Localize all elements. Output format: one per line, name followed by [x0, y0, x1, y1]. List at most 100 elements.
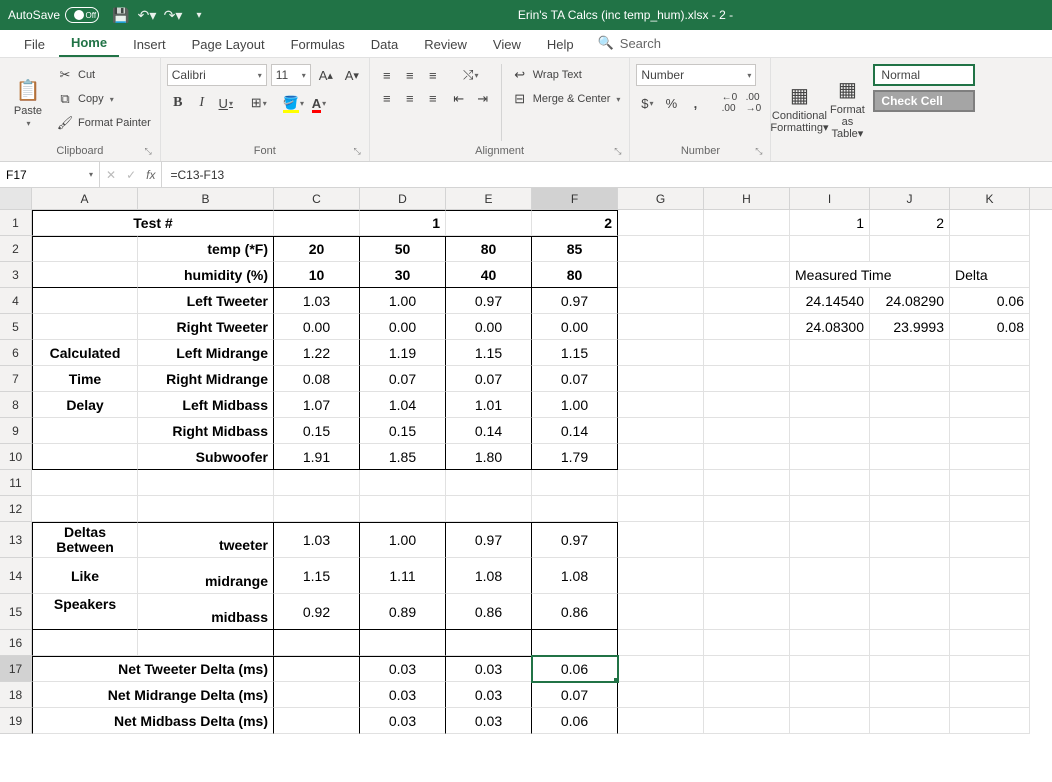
cell-K5[interactable]: 0.08: [950, 314, 1030, 340]
cell-G16[interactable]: [618, 630, 704, 656]
cell-A6[interactable]: Calculated: [32, 340, 138, 366]
cell-E14[interactable]: 1.08: [446, 558, 532, 594]
cell-F4[interactable]: 0.97: [532, 288, 618, 314]
row-header-2[interactable]: 2: [0, 236, 32, 262]
increase-decimal-button[interactable]: ←0.00: [718, 92, 740, 114]
row-header-19[interactable]: 19: [0, 708, 32, 734]
merge-center-button[interactable]: ⊟Merge & Center▾: [509, 88, 624, 110]
cell-K7[interactable]: [950, 366, 1030, 392]
cell-G4[interactable]: [618, 288, 704, 314]
cell-E9[interactable]: 0.14: [446, 418, 532, 444]
cell-C5[interactable]: 0.00: [274, 314, 360, 340]
col-header-A[interactable]: A: [32, 188, 138, 209]
underline-button[interactable]: U▾: [215, 92, 237, 114]
cell-F11[interactable]: [532, 470, 618, 496]
cell-D8[interactable]: 1.04: [360, 392, 446, 418]
cell-I8[interactable]: [790, 392, 870, 418]
cell-F10[interactable]: 1.79: [532, 444, 618, 470]
cell-G11[interactable]: [618, 470, 704, 496]
cell-F17[interactable]: 0.06: [532, 656, 618, 682]
cell-I4[interactable]: 24.14540: [790, 288, 870, 314]
cell-I10[interactable]: [790, 444, 870, 470]
cell-F15[interactable]: 0.86: [532, 594, 618, 630]
format-as-table-button[interactable]: ▦ Format asTable▾: [825, 62, 869, 155]
cell-J16[interactable]: [870, 630, 950, 656]
cell-K6[interactable]: [950, 340, 1030, 366]
cell-G18[interactable]: [618, 682, 704, 708]
format-painter-button[interactable]: 🖌Format Painter: [54, 112, 154, 134]
row-header-17[interactable]: 17: [0, 656, 32, 682]
cell-F2[interactable]: 85: [532, 236, 618, 262]
cell-C18[interactable]: [274, 682, 360, 708]
cell-I16[interactable]: [790, 630, 870, 656]
cell-H2[interactable]: [704, 236, 790, 262]
row-header-9[interactable]: 9: [0, 418, 32, 444]
cell-F6[interactable]: 1.15: [532, 340, 618, 366]
formula-input[interactable]: =C13-F13: [162, 162, 1052, 187]
cell-A19[interactable]: Net Midbass Delta (ms): [32, 708, 274, 734]
cell-B15[interactable]: midbass: [138, 594, 274, 630]
cell-C2[interactable]: 20: [274, 236, 360, 262]
cell-D17[interactable]: 0.03: [360, 656, 446, 682]
row-header-18[interactable]: 18: [0, 682, 32, 708]
cell-D18[interactable]: 0.03: [360, 682, 446, 708]
dialog-launcher-icon[interactable]: ⤡: [145, 146, 152, 157]
cell-G7[interactable]: [618, 366, 704, 392]
cell-K2[interactable]: [950, 236, 1030, 262]
col-header-B[interactable]: B: [138, 188, 274, 209]
cell-I9[interactable]: [790, 418, 870, 444]
style-normal[interactable]: Normal: [873, 64, 975, 86]
orientation-button[interactable]: ⤭▾: [448, 64, 494, 86]
cell-E6[interactable]: 1.15: [446, 340, 532, 366]
cell-C14[interactable]: 1.15: [274, 558, 360, 594]
tab-data[interactable]: Data: [359, 31, 410, 57]
cell-G5[interactable]: [618, 314, 704, 340]
col-header-F[interactable]: F: [532, 188, 618, 209]
border-button[interactable]: ⊞▾: [248, 92, 270, 114]
cell-G19[interactable]: [618, 708, 704, 734]
tab-home[interactable]: Home: [59, 29, 119, 57]
cell-H16[interactable]: [704, 630, 790, 656]
row-header-12[interactable]: 12: [0, 496, 32, 522]
undo-icon[interactable]: ↶▾: [139, 7, 155, 23]
cell-J6[interactable]: [870, 340, 950, 366]
cell-D15[interactable]: 0.89: [360, 594, 446, 630]
tab-file[interactable]: File: [12, 31, 57, 57]
cell-H4[interactable]: [704, 288, 790, 314]
cell-B13[interactable]: tweeter: [138, 522, 274, 558]
cell-G2[interactable]: [618, 236, 704, 262]
cell-J17[interactable]: [870, 656, 950, 682]
cell-C19[interactable]: [274, 708, 360, 734]
cell-F5[interactable]: 0.00: [532, 314, 618, 340]
cell-K3[interactable]: Delta: [950, 262, 1030, 288]
cell-B7[interactable]: Right Midrange: [138, 366, 274, 392]
tab-formulas[interactable]: Formulas: [279, 31, 357, 57]
cell-B5[interactable]: Right Tweeter: [138, 314, 274, 340]
toggle-switch[interactable]: Off: [65, 7, 99, 23]
increase-indent-button[interactable]: ⇥: [472, 88, 494, 110]
cell-A11[interactable]: [32, 470, 138, 496]
fill-handle[interactable]: [614, 678, 618, 682]
cell-F13[interactable]: 0.97: [532, 522, 618, 558]
cell-J11[interactable]: [870, 470, 950, 496]
dialog-launcher-icon[interactable]: ⤡: [614, 146, 621, 157]
copy-button[interactable]: ⧉Copy▾: [54, 88, 154, 110]
cell-B2[interactable]: temp (*F): [138, 236, 274, 262]
customize-qat-icon[interactable]: ▾: [191, 7, 207, 23]
cell-D6[interactable]: 1.19: [360, 340, 446, 366]
paste-button[interactable]: 📋 Paste ▾: [6, 62, 50, 143]
redo-icon[interactable]: ↷▾: [165, 7, 181, 23]
select-all-corner[interactable]: [0, 188, 32, 209]
row-header-10[interactable]: 10: [0, 444, 32, 470]
cell-B14[interactable]: midrange: [138, 558, 274, 594]
cell-B9[interactable]: Right Midbass: [138, 418, 274, 444]
cell-C8[interactable]: 1.07: [274, 392, 360, 418]
cell-I14[interactable]: [790, 558, 870, 594]
cell-H3[interactable]: [704, 262, 790, 288]
cell-I19[interactable]: [790, 708, 870, 734]
cell-G15[interactable]: [618, 594, 704, 630]
cell-K9[interactable]: [950, 418, 1030, 444]
cell-A5[interactable]: [32, 314, 138, 340]
cell-K16[interactable]: [950, 630, 1030, 656]
cell-E13[interactable]: 0.97: [446, 522, 532, 558]
